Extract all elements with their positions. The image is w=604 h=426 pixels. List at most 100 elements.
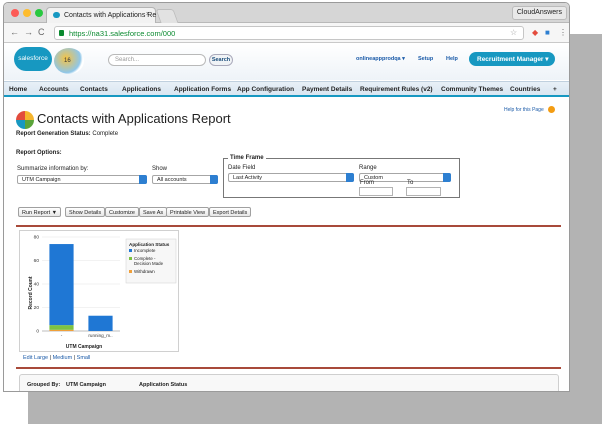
extension-2-icon[interactable]: ■ (545, 28, 550, 37)
save-as-button[interactable]: Save As (139, 207, 168, 217)
minimize-window-icon[interactable] (23, 9, 31, 17)
back-arrow-icon[interactable]: ← (10, 27, 19, 37)
chart-panel: 0 20 40 60 80 - running_m.. Record Count UTM … (19, 230, 179, 352)
grouped-column-header: Application Status (139, 382, 188, 388)
release-badge-number: 16 (64, 58, 71, 64)
tab-application-forms[interactable]: Application Forms (174, 86, 231, 93)
from-date-input[interactable] (359, 187, 393, 196)
bar-segment[interactable] (49, 244, 74, 326)
report-icon (16, 111, 34, 129)
y-tick-label: 0 (36, 329, 39, 335)
section-divider-2 (16, 367, 561, 369)
run-report-button[interactable]: Run Report ▼ (18, 207, 62, 217)
x-axis-label: UTM Campaign (66, 344, 102, 350)
show-select[interactable]: All accounts (152, 175, 218, 184)
summarize-select[interactable]: UTM Campaign (17, 175, 147, 184)
range-label: Range (359, 165, 377, 171)
bar-segment[interactable] (49, 325, 74, 330)
help-for-page-link[interactable]: Help for this Page (504, 107, 544, 113)
legend-swatch (129, 257, 132, 260)
y-tick-label: 60 (34, 258, 40, 264)
show-label: Show (152, 166, 168, 172)
chart-y-ticks: 0 20 40 60 80 (34, 235, 40, 335)
help-link[interactable]: Help (446, 56, 458, 62)
to-date-input[interactable] (406, 187, 441, 196)
date-field-select[interactable]: Last Activity (228, 173, 354, 182)
generation-status-label: Report Generation Status: (16, 131, 91, 137)
chart-edit-link[interactable]: Edit (23, 355, 32, 361)
legend-label: Incomplete (134, 248, 156, 253)
user-menu[interactable]: onlineappprodqa ▾ (356, 56, 405, 62)
lock-icon (59, 30, 64, 36)
profile-button[interactable]: CloudAnswers (511, 6, 567, 20)
generation-status-value: Complete (92, 131, 119, 137)
date-field-label: Date Field (228, 165, 256, 171)
tab-home[interactable]: Home (9, 86, 27, 93)
legend-swatch (129, 270, 132, 273)
x-tick-label: running_m.. (88, 333, 112, 338)
y-tick-label: 80 (34, 235, 40, 241)
tab-countries[interactable]: Countries (510, 86, 540, 93)
export-details-button[interactable]: Export Details (209, 207, 252, 217)
browser-titlebar: Contacts with Applications Re × CloudAns… (4, 3, 569, 23)
time-frame-title: Time Frame (228, 155, 266, 161)
nav-tabs: Home Accounts Contacts Applications Appl… (4, 81, 569, 97)
section-divider (16, 225, 561, 227)
y-tick-label: 20 (34, 305, 40, 311)
salesforce-logo[interactable]: salesforce (14, 47, 52, 71)
printable-view-button[interactable]: Printable View (166, 207, 210, 217)
maximize-window-icon[interactable] (35, 9, 43, 17)
tab-more[interactable]: + (553, 86, 557, 93)
forward-arrow-icon[interactable]: → (24, 27, 33, 37)
report-options-title: Report Options: (16, 150, 62, 156)
legend-title: Application Status (129, 242, 170, 247)
legend-label: Decision Made (134, 261, 164, 266)
tab-close-icon[interactable]: × (146, 11, 150, 18)
bar-segment[interactable] (88, 315, 113, 331)
browser-menu-icon[interactable]: ⋮ (559, 28, 567, 37)
customize-button[interactable]: Customize (105, 207, 139, 217)
url-text: https://na31.salesforce.com/000 (69, 29, 176, 38)
select-arrow-icon (210, 175, 218, 184)
address-bar: ← → C https://na31.salesforce.com/000 ☆ … (4, 23, 569, 43)
bookmark-star-icon[interactable]: ☆ (510, 28, 517, 37)
help-icon[interactable] (548, 106, 555, 113)
tab-contacts[interactable]: Contacts (80, 86, 108, 93)
tab-app-configuration[interactable]: App Configuration (237, 86, 294, 93)
date-field-value: Last Activity (233, 175, 263, 181)
browser-tab[interactable]: Contacts with Applications Re × (46, 7, 156, 23)
app-switcher-button[interactable]: Recruitment Manager ▾ (469, 52, 555, 66)
from-label: From (360, 180, 374, 186)
salesforce-page: salesforce 16 Search... Search onlineapp… (4, 44, 569, 391)
reload-icon[interactable]: C (38, 27, 45, 37)
legend-label: Withdrawn (134, 269, 155, 274)
tab-payment-details[interactable]: Payment Details (302, 86, 352, 93)
tab-applications[interactable]: Applications (122, 86, 161, 93)
chart-bars (49, 244, 113, 331)
browser-window: Contacts with Applications Re × CloudAns… (3, 2, 570, 392)
chart-small-link[interactable]: Small (77, 355, 91, 361)
stacked-bar-chart[interactable]: 0 20 40 60 80 - running_m.. Record Count UTM … (20, 231, 178, 351)
new-tab-button[interactable] (155, 9, 179, 23)
salesforce-favicon-icon (53, 12, 60, 18)
y-axis-label: Record Count (28, 276, 34, 309)
tab-community-themes[interactable]: Community Themes (441, 86, 503, 93)
tab-title: Contacts with Applications Re (64, 12, 157, 19)
chart-medium-link[interactable]: Medium (53, 355, 73, 361)
setup-link[interactable]: Setup (418, 56, 433, 62)
extension-icon[interactable]: ◆ (532, 28, 538, 37)
x-tick-label: - (61, 333, 63, 338)
bar-segment[interactable] (49, 329, 74, 331)
grouped-by-label: Grouped By: (27, 382, 61, 388)
tab-requirement-rules[interactable]: Requirement Rules (v2) (360, 86, 433, 93)
chart-large-link[interactable]: Large (34, 355, 48, 361)
summarize-value: UTM Campaign (22, 177, 61, 183)
url-input[interactable]: https://na31.salesforce.com/000 (54, 26, 524, 40)
search-input[interactable]: Search... (108, 54, 206, 66)
search-button[interactable]: Search (209, 54, 233, 66)
tab-accounts[interactable]: Accounts (39, 86, 69, 93)
show-details-button[interactable]: Show Details (65, 207, 106, 217)
y-tick-label: 40 (34, 282, 40, 288)
close-window-icon[interactable] (11, 9, 19, 17)
generation-status: Report Generation Status: Complete (16, 131, 118, 137)
